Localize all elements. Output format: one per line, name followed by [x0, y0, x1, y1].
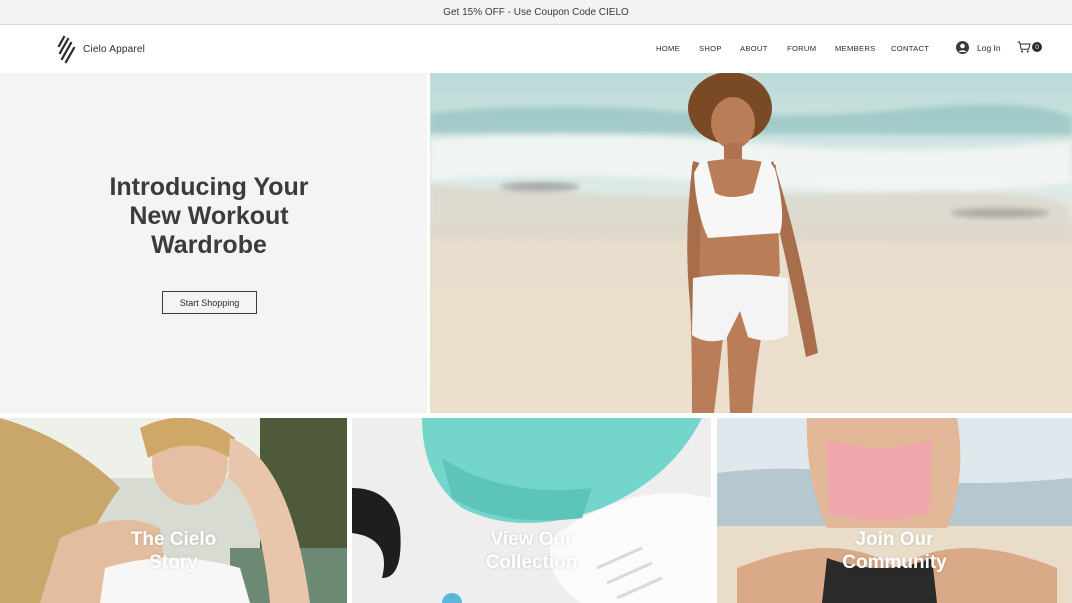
- hero-title: Introducing Your New Workout Wardrobe: [0, 173, 418, 260]
- nav-forum[interactable]: FORUM: [787, 44, 816, 53]
- tile-photo: [0, 418, 347, 603]
- hero-image: [430, 73, 1072, 413]
- tile-photo: [352, 418, 711, 603]
- logo-icon: [57, 35, 76, 64]
- tile-label: Join Our Community: [717, 528, 1072, 574]
- nav-home[interactable]: HOME: [656, 44, 680, 53]
- hero-panel: Introducing Your New Workout Wardrobe St…: [0, 73, 427, 413]
- nav-members[interactable]: MEMBERS: [835, 44, 876, 53]
- tile-cielo-story[interactable]: The Cielo Story: [0, 418, 347, 603]
- tile-label: View Our Collection: [352, 528, 711, 574]
- cart-icon: [1017, 41, 1031, 53]
- tile-label-line: The Cielo: [130, 529, 217, 550]
- login-button[interactable]: Log In: [956, 41, 1001, 54]
- user-avatar-icon: [956, 41, 969, 54]
- nav-about[interactable]: ABOUT: [740, 44, 768, 53]
- brand-name: Cielo Apparel: [83, 43, 146, 55]
- cart-button[interactable]: 0: [1017, 41, 1042, 53]
- start-shopping-button[interactable]: Start Shopping: [162, 291, 257, 314]
- tile-label-line: Story: [149, 552, 198, 573]
- nav-shop[interactable]: SHOP: [699, 44, 722, 53]
- brand-logo[interactable]: Cielo Apparel: [56, 34, 145, 64]
- promo-text: Get 15% OFF - Use Coupon Code CIELO: [443, 6, 629, 18]
- hero-title-line: Introducing Your: [109, 173, 309, 201]
- tile-label-line: View Our: [490, 529, 573, 550]
- hero-title-line: Wardrobe: [151, 231, 267, 259]
- tile-photo: [717, 418, 1072, 603]
- tile-view-collection[interactable]: View Our Collection: [352, 418, 711, 603]
- login-label: Log In: [977, 42, 1001, 53]
- hero-title-line: New Workout: [129, 202, 289, 230]
- cart-count-badge: 0: [1032, 42, 1042, 52]
- nav-contact[interactable]: CONTACT: [891, 44, 929, 53]
- tile-join-community[interactable]: Join Our Community: [717, 418, 1072, 603]
- tile-label: The Cielo Story: [0, 528, 347, 574]
- hero-photo: [430, 73, 1072, 413]
- site-header: Cielo Apparel HOME SHOP ABOUT FORUM MEMB…: [0, 25, 1072, 73]
- tile-label-line: Collection: [485, 552, 578, 573]
- tile-label-line: Join Our: [855, 529, 934, 550]
- promo-bar: Get 15% OFF - Use Coupon Code CIELO: [0, 0, 1072, 25]
- tile-label-line: Community: [842, 552, 947, 573]
